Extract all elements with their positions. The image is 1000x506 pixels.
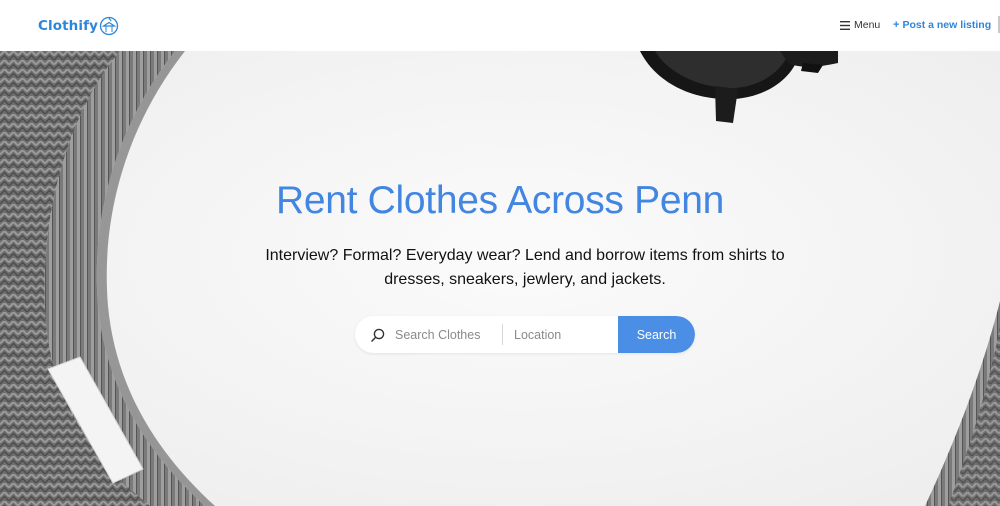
- location-input[interactable]: [514, 327, 618, 342]
- search-bar: Search: [355, 316, 695, 353]
- menu-button[interactable]: Menu: [840, 17, 880, 33]
- hamburger-icon: [840, 20, 850, 30]
- site-header: Clothify Menu + Post a new listing: [0, 0, 1000, 51]
- brand-name: Clothify: [38, 18, 98, 34]
- search-icon: [371, 328, 385, 342]
- hanger-logo-icon: [99, 16, 119, 36]
- post-listing-label: Post a new listing: [902, 19, 992, 31]
- hero-description: Interview? Formal? Everyday wear? Lend a…: [265, 247, 785, 288]
- menu-label: Menu: [854, 19, 881, 31]
- post-listing-link[interactable]: + Post a new listing: [893, 17, 991, 33]
- hero-section: Rent Clothes Across Penn Interview? Form…: [0, 51, 1000, 506]
- search-input[interactable]: [395, 327, 502, 342]
- hero-title: Rent Clothes Across Penn: [275, 179, 725, 222]
- search-button[interactable]: Search: [618, 316, 695, 353]
- brand-logo[interactable]: Clothify: [38, 14, 119, 38]
- location-field[interactable]: [503, 316, 618, 353]
- plus-icon: +: [893, 19, 900, 31]
- search-clothes-field[interactable]: [355, 316, 502, 353]
